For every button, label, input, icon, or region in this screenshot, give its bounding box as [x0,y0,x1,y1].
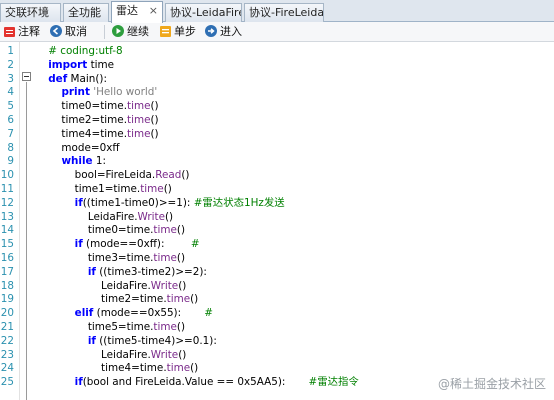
step-icon [160,26,171,37]
code-line[interactable]: 19 time2=time.time() [0,293,554,307]
play-icon [112,25,124,37]
code-line[interactable]: 2 import time [0,59,554,73]
line-number: 10 [0,169,14,182]
code-line[interactable]: 14 time0=time.time() [0,224,554,238]
line-number: 11 [0,183,14,195]
line-number: 4 [7,86,14,99]
code-text: time4=time.time() [35,127,159,140]
tab-full-function[interactable]: 全功能 [63,3,109,22]
tab-bar: 交联环境 全功能 雷达 × 协议-LeidaFire 协议-FireLeida [0,0,554,23]
tab-protocol-fireleida[interactable]: 协议-FireLeida [244,3,324,22]
code-text: time0=time.time() [35,100,159,113]
tab-label: 协议-LeidaFire [170,6,242,19]
code-text: if (mode==0xff): # [74,238,200,251]
code-text: time2=time.time() [35,114,159,126]
code-line[interactable]: 18 LeidaFire.Write() [0,280,554,294]
close-icon[interactable]: × [149,2,158,19]
enter-button[interactable]: 进入 [205,24,242,40]
code-line[interactable]: 3 def Main(): [0,73,554,87]
line-number: 20 [0,307,14,320]
code-line[interactable]: 5 time0=time.time() [0,100,554,114]
line-number: 18 [0,279,14,292]
code-line[interactable]: 22 if ((time5-time4)>=0.1): [0,335,554,349]
line-number: 2 [7,58,14,71]
code-text: if(bool and FireLeida.Value == 0x5AA5): … [74,376,359,389]
tab-label: 雷达 [116,4,138,17]
tab-label: 交联环境 [5,6,49,19]
line-number: 15 [0,238,14,251]
code-line[interactable]: 20 elif (mode==0x55): # [0,307,554,321]
code-text: time4=time.time() [35,362,199,375]
code-text: LeidaFire.Write() [35,279,187,292]
tab-label: 协议-FireLeida [249,6,324,19]
code-line[interactable]: 17 if ((time3-time2)>=2): [0,266,554,280]
code-text: import time [48,58,115,71]
code-text: def Main(): [48,72,107,85]
line-number: 1 [7,45,14,57]
code-text: LeidaFire.Write() [35,210,174,223]
watermark: @稀土掘金技术社区 [437,377,546,391]
line-number: 23 [0,348,14,361]
line-number: 24 [0,362,14,375]
code-text: time2=time.time() [35,293,199,306]
line-number: 19 [0,293,14,306]
code-text: if ((time3-time2)>=2): [87,265,207,278]
code-line[interactable]: 16 time3=time.time() [0,252,554,266]
code-line[interactable]: 9 while 1: [0,155,554,169]
comment-icon [4,27,15,37]
code-line[interactable]: 8 mode=0xff [0,142,554,156]
line-number: 13 [0,210,14,223]
line-number: 25 [0,376,14,389]
code-text: if ((time5-time4)>=0.1): [87,334,217,347]
tab-label: 全功能 [68,6,101,19]
step-into-icon [205,25,217,37]
code-line[interactable]: 21 time5=time.time() [0,321,554,335]
code-text: time1=time.time() [35,183,172,195]
code-text: mode=0xff [35,141,120,154]
line-number: 9 [7,155,14,168]
code-text: if((time1-time0)>=1): #雷达状态1Hz发送 [74,196,285,209]
code-line[interactable]: 15 if (mode==0xff): # [0,238,554,252]
code-text: time5=time.time() [35,321,186,333]
back-arrow-icon [50,25,62,37]
line-number: 5 [7,100,14,113]
comment-button[interactable]: 注释 [4,24,40,40]
line-number: 17 [0,265,14,278]
code-line[interactable]: 1 # coding:utf-8 [0,45,554,59]
code-line[interactable]: 4 print 'Hello world' [0,86,554,100]
code-text: bool=FireLeida.Read() [35,169,190,182]
code-text: time0=time.time() [35,224,186,237]
cancel-button[interactable]: 取消 [50,24,87,40]
code-line[interactable]: 7 time4=time.time() [0,128,554,142]
code-line[interactable]: 6 time2=time.time() [0,114,554,128]
continue-button[interactable]: 继续 [112,24,149,40]
line-number: 21 [0,321,14,333]
code-text: while 1: [61,155,107,168]
code-line[interactable]: 23 LeidaFire.Write() [0,349,554,363]
code-text: # coding:utf-8 [48,45,123,57]
line-number: 16 [0,252,14,264]
line-number: 22 [0,334,14,347]
code-text: LeidaFire.Write() [35,348,187,361]
tab-protocol-leidafire[interactable]: 协议-LeidaFire [165,3,242,22]
tab-interlink-env[interactable]: 交联环境 [0,3,61,22]
line-number: 8 [7,141,14,154]
line-number: 6 [7,114,14,126]
code-text: elif (mode==0x55): # [74,307,213,320]
code-line[interactable]: 12 if((time1-time0)>=1): #雷达状态1Hz发送 [0,197,554,211]
line-number: 3 [7,72,14,85]
line-number: 12 [0,196,14,209]
line-number: 7 [7,127,14,140]
step-button[interactable]: 单步 [160,24,196,40]
line-number: 14 [0,224,14,237]
code-text: print 'Hello world' [61,86,158,99]
toolbar-separator [104,25,105,39]
code-line[interactable]: 10 bool=FireLeida.Read() [0,169,554,183]
code-line[interactable]: 11 time1=time.time() [0,183,554,197]
code-line[interactable]: 13 LeidaFire.Write() [0,211,554,225]
code-text: time3=time.time() [35,252,186,264]
tab-radar[interactable]: 雷达 × [111,1,163,23]
code-editor[interactable]: 1 # coding:utf-8 2 import time 3 def Main(… [0,42,554,400]
toolbar: 注释 取消 继续 单步 进入 [0,22,554,42]
